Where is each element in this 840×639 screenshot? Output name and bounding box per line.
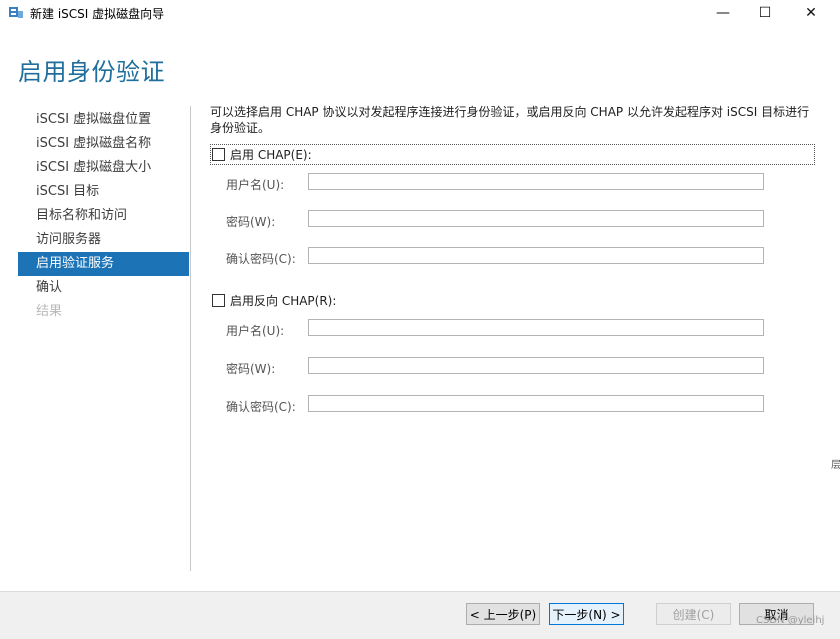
window-title: 新建 iSCSI 虚拟磁盘向导	[30, 7, 165, 21]
create-button: 创建(C)	[656, 603, 731, 625]
nav-item-disk-size[interactable]: iSCSI 虚拟磁盘大小	[18, 156, 189, 180]
nav-item-enable-auth[interactable]: 启用验证服务	[18, 252, 189, 276]
close-icon: ✕	[805, 5, 817, 21]
reverse-chap-password-label: 密码(W):	[226, 362, 276, 376]
reverse-chap-username-input[interactable]	[308, 319, 764, 336]
chap-username-label: 用户名(U):	[226, 178, 285, 192]
nav-item-target-name-access[interactable]: 目标名称和访问	[18, 204, 189, 228]
previous-button[interactable]: < 上一步(P)	[466, 603, 540, 625]
chap-confirm-input[interactable]	[308, 247, 764, 264]
nav-item-confirmation[interactable]: 确认	[18, 276, 189, 300]
enable-reverse-chap-row[interactable]: 启用反向 CHAP(R):	[212, 292, 336, 309]
next-button[interactable]: 下一步(N) >	[549, 603, 624, 625]
minimize-button[interactable]: —	[700, 0, 746, 26]
reverse-chap-password-input[interactable]	[308, 357, 764, 374]
enable-chap-checkbox[interactable]	[212, 148, 225, 161]
enable-chap-row[interactable]: 启用 CHAP(E):	[210, 144, 815, 165]
edge-text: 层	[831, 460, 840, 471]
nav-item-iscsi-target[interactable]: iSCSI 目标	[18, 180, 189, 204]
nav-item-results: 结果	[36, 304, 63, 319]
enable-reverse-chap-checkbox[interactable]	[212, 294, 225, 307]
title-bar: 新建 iSCSI 虚拟磁盘向导 — ☐ ✕	[0, 0, 840, 26]
chap-username-input[interactable]	[308, 173, 764, 190]
description-text: 可以选择启用 CHAP 协议以对发起程序连接进行身份验证，或启用反向 CHAP …	[210, 105, 810, 135]
maximize-icon: ☐	[758, 5, 772, 21]
enable-reverse-chap-label: 启用反向 CHAP(R):	[230, 294, 337, 308]
reverse-chap-confirm-label: 确认密码(C):	[226, 400, 296, 414]
auth-content: 可以选择启用 CHAP 协议以对发起程序连接进行身份验证，或启用反向 CHAP …	[210, 104, 820, 136]
page-title: 启用身份验证	[18, 58, 165, 86]
nav-item-disk-name[interactable]: iSCSI 虚拟磁盘名称	[18, 132, 189, 156]
maximize-button[interactable]: ☐	[742, 0, 788, 26]
nav-item-disk-location[interactable]: iSCSI 虚拟磁盘位置	[18, 108, 189, 132]
reverse-chap-username-label: 用户名(U):	[226, 324, 285, 338]
nav-divider	[190, 106, 191, 571]
wizard-steps-nav: iSCSI 虚拟磁盘位置 iSCSI 虚拟磁盘名称 iSCSI 虚拟磁盘大小 i…	[18, 108, 189, 324]
wizard-app-icon	[9, 7, 23, 18]
minimize-icon: —	[716, 5, 730, 21]
close-button[interactable]: ✕	[788, 0, 834, 26]
wizard-footer: < 上一步(P) 下一步(N) > 创建(C) 取消	[0, 591, 840, 639]
nav-item-access-servers[interactable]: 访问服务器	[18, 228, 189, 252]
enable-chap-label: 启用 CHAP(E):	[230, 148, 312, 162]
watermark-text: CSDN @yleihj	[756, 615, 825, 626]
chap-confirm-label: 确认密码(C):	[226, 252, 296, 266]
background-window-edge: 层	[831, 456, 840, 496]
chap-password-input[interactable]	[308, 210, 764, 227]
reverse-chap-confirm-input[interactable]	[308, 395, 764, 412]
wizard-header: 启用身份验证	[0, 26, 840, 100]
chap-password-label: 密码(W):	[226, 215, 276, 229]
